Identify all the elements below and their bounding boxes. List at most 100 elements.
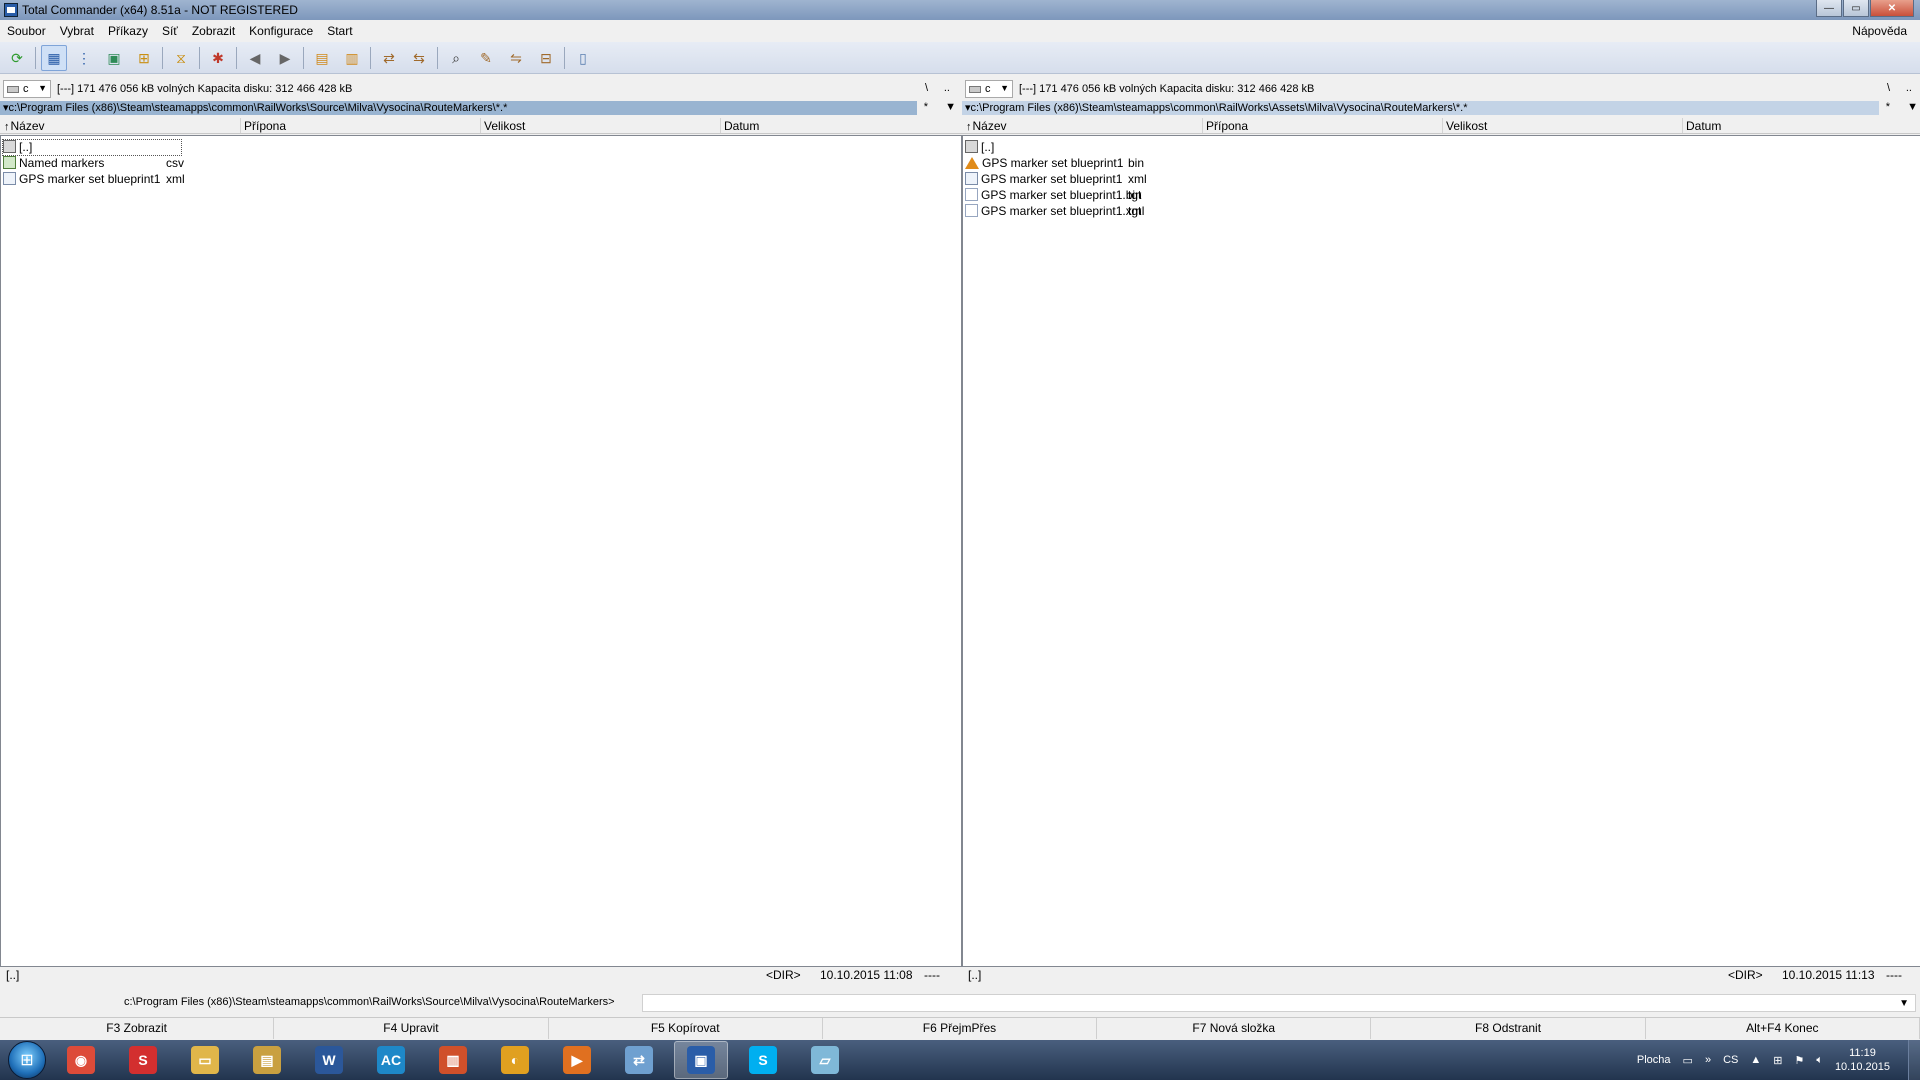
notepad-app-taskbar-button[interactable]: ▱	[798, 1041, 852, 1079]
f6-move-button[interactable]: F6 PřejmPřes	[823, 1018, 1098, 1039]
multi-rename-button[interactable]: ✎	[473, 45, 499, 71]
url-ftp-button[interactable]: ⇆	[406, 45, 432, 71]
right-file-list[interactable]: [..] GPS marker set blueprint1 bin GPS mark…	[962, 135, 1920, 967]
explorer-taskbar-button[interactable]: ▭	[178, 1041, 232, 1079]
menu-konfigurace[interactable]: Konfigurace	[242, 24, 320, 38]
file-row[interactable]: GPS marker set blueprint1.bin tgt	[965, 188, 1205, 203]
clock[interactable]: 11:19 10.10.2015	[1835, 1046, 1890, 1074]
file-row[interactable]: GPS marker set blueprint1.xml tgt	[965, 204, 1205, 219]
ftp-connect-button[interactable]: ⇄	[376, 45, 402, 71]
close-button[interactable]: ✕	[1870, 0, 1914, 17]
column-divider[interactable]	[1442, 118, 1443, 133]
pack-button[interactable]: ▤	[309, 45, 335, 71]
detailed-view-button[interactable]: ⋮	[71, 45, 97, 71]
minimize-button[interactable]: —	[1816, 0, 1842, 17]
word-taskbar-button[interactable]: W	[302, 1041, 356, 1079]
left-filter-star[interactable]: *	[924, 101, 928, 113]
action-center-flag-icon[interactable]: ⚑	[1794, 1054, 1804, 1067]
menu-vybrat[interactable]: Vybrat	[53, 24, 101, 38]
right-col-ext[interactable]: Přípona	[1206, 119, 1248, 133]
notepad-button[interactable]: ▯	[570, 45, 596, 71]
left-root-button[interactable]: \	[925, 82, 928, 94]
parent-dir-row[interactable]: [..]	[965, 140, 1205, 155]
alt-f4-exit-button[interactable]: Alt+F4 Konec	[1646, 1018, 1920, 1039]
file-row[interactable]: GPS marker set blueprint1 xml	[3, 172, 243, 187]
f5-copy-button[interactable]: F5 Kopírovat	[549, 1018, 823, 1039]
f3-view-button[interactable]: F3 Zobrazit	[0, 1018, 275, 1039]
tray-expand-icon[interactable]: ▲	[1750, 1054, 1761, 1066]
column-divider[interactable]	[240, 118, 241, 133]
menu-soubor[interactable]: Soubor	[0, 24, 53, 38]
filter-button[interactable]: ⧖	[168, 45, 194, 71]
left-col-ext[interactable]: Přípona	[244, 119, 286, 133]
right-col-date[interactable]: Datum	[1686, 119, 1721, 133]
chrome-taskbar-button[interactable]: ◉	[54, 1041, 108, 1079]
desktop-toolbar-icon[interactable]: ▭	[1683, 1054, 1693, 1067]
language-indicator[interactable]: CS	[1723, 1054, 1738, 1066]
toolbar-expand-icon[interactable]: »	[1705, 1054, 1711, 1066]
file-row[interactable]: Named markers csv	[3, 156, 243, 171]
media-player-taskbar-button[interactable]: ▶	[550, 1041, 604, 1079]
left-path[interactable]: ▾c:\Program Files (x86)\Steam\steamapps\…	[0, 101, 917, 115]
forward-button[interactable]: ▶	[272, 45, 298, 71]
left-drive-select[interactable]: c ▼	[3, 80, 51, 98]
brief-view-button[interactable]: ▦	[41, 44, 67, 71]
back-button[interactable]: ◀	[242, 45, 268, 71]
s-app-taskbar-button[interactable]: S	[116, 1041, 170, 1079]
left-file-list[interactable]: [..] Named markers csv GPS marker set bluep…	[0, 135, 962, 967]
left-col-size[interactable]: Velikost	[484, 119, 525, 133]
sync-dirs-button[interactable]: ⇋	[503, 45, 529, 71]
left-col-name[interactable]: Název	[4, 119, 45, 133]
volume-icon[interactable]: 🔈︎	[1816, 1054, 1823, 1067]
menu-prikazy[interactable]: Příkazy	[101, 24, 155, 38]
parent-dir-row[interactable]: [..]	[2, 139, 182, 156]
ac-app-taskbar-button[interactable]: AC	[364, 1041, 418, 1079]
file-manager-taskbar-button[interactable]: ▤	[240, 1041, 294, 1079]
desktop-toolbar-label[interactable]: Plocha	[1637, 1054, 1671, 1066]
left-up-button[interactable]: ..	[944, 82, 950, 94]
total-commander-taskbar-button[interactable]: ▣	[674, 1041, 728, 1079]
right-col-name[interactable]: Název	[966, 119, 1007, 133]
start-button[interactable]: ⊞	[8, 1041, 46, 1079]
menu-start[interactable]: Start	[320, 24, 359, 38]
left-history-dropdown[interactable]: ▼	[945, 101, 956, 113]
compare-files-button[interactable]: ⊟	[533, 45, 559, 71]
column-divider[interactable]	[720, 118, 721, 133]
chevron-down-icon[interactable]: ▼	[1899, 998, 1909, 1009]
headphones-app-taskbar-button[interactable]: ◐	[488, 1041, 542, 1079]
command-line-input[interactable]: ▼	[642, 994, 1916, 1012]
refresh-button[interactable]: ⟳	[4, 45, 30, 71]
f7-new-folder-button[interactable]: F7 Nová složka	[1097, 1018, 1372, 1039]
right-root-button[interactable]: \	[1887, 82, 1890, 94]
right-history-dropdown[interactable]: ▼	[1907, 101, 1918, 113]
invert-selection-button[interactable]: ✱	[205, 45, 231, 71]
menu-sit[interactable]: Síť	[155, 24, 185, 38]
left-col-date[interactable]: Datum	[724, 119, 759, 133]
right-filter-star[interactable]: *	[1886, 101, 1890, 113]
right-path[interactable]: ▾c:\Program Files (x86)\Steam\steamapps\…	[962, 101, 1879, 115]
f4-edit-button[interactable]: F4 Upravit	[274, 1018, 549, 1039]
right-col-size[interactable]: Velikost	[1446, 119, 1487, 133]
maximize-button[interactable]: ▭	[1843, 0, 1869, 17]
show-desktop-button[interactable]	[1908, 1040, 1920, 1080]
menu-zobrazit[interactable]: Zobrazit	[185, 24, 242, 38]
column-divider[interactable]	[480, 118, 481, 133]
windows-update-icon[interactable]: ⊞	[1773, 1054, 1782, 1067]
f8-delete-button[interactable]: F8 Odstranit	[1371, 1018, 1646, 1039]
skype-taskbar-button[interactable]: S	[736, 1041, 790, 1079]
search-button[interactable]: ⌕	[443, 45, 469, 71]
file-row[interactable]: GPS marker set blueprint1 xml	[965, 172, 1205, 187]
tools-app-taskbar-button[interactable]: ▥	[426, 1041, 480, 1079]
unpack-button[interactable]: ▥	[339, 45, 365, 71]
right-up-button[interactable]: ..	[1906, 82, 1912, 94]
network-app-taskbar-button[interactable]: ⇄	[612, 1041, 666, 1079]
file-row[interactable]: GPS marker set blueprint1 bin	[965, 156, 1205, 171]
column-divider[interactable]	[1202, 118, 1203, 133]
toolbar-separator	[370, 46, 371, 69]
tree-view-button[interactable]: ⊞	[131, 45, 157, 71]
brief-view-icon: ▦	[47, 49, 61, 66]
column-divider[interactable]	[1682, 118, 1683, 133]
menu-help[interactable]: Nápověda	[1845, 24, 1914, 38]
thumbnail-view-button[interactable]: ▣	[101, 45, 127, 71]
right-drive-select[interactable]: c ▼	[965, 80, 1013, 98]
